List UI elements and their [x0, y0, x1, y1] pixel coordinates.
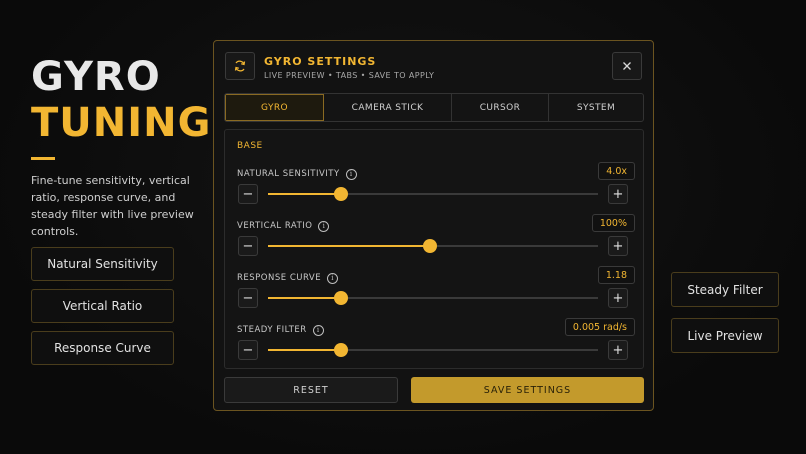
slider-track[interactable] [268, 239, 598, 253]
vertical-ratio-button[interactable]: Vertical Ratio [31, 289, 174, 323]
tab-system[interactable]: SYSTEM [549, 94, 643, 121]
section-label: BASE [237, 141, 263, 151]
slider-thumb[interactable] [422, 239, 437, 253]
decrement-button[interactable]: − [238, 288, 258, 308]
increment-button[interactable]: + [608, 288, 628, 308]
param-value: 1.18 [597, 266, 635, 284]
hero-title-line2: TUNING [31, 100, 212, 146]
increment-button[interactable]: + [608, 236, 628, 256]
hero-description: Fine-tune sensitivity, vertical ratio, r… [31, 174, 194, 238]
close-icon [623, 62, 631, 70]
hero-title-line1: GYRO [31, 54, 161, 100]
slider-track[interactable] [268, 291, 598, 305]
info-icon[interactable]: i [327, 272, 339, 284]
param-vertical-ratio: VERTICAL RATIO i 100% − + [225, 214, 643, 270]
slider-thumb[interactable] [333, 291, 348, 305]
panel-subtitle: LIVE PREVIEW • TABS • SAVE TO APPLY [264, 71, 435, 80]
slider-fill [268, 349, 341, 351]
slider-fill [268, 245, 430, 247]
param-label: STEADY FILTER i [237, 324, 324, 336]
reset-button[interactable]: RESET [224, 377, 398, 403]
param-label: VERTICAL RATIO i [237, 220, 330, 232]
close-button[interactable] [612, 52, 642, 80]
param-label-text: VERTICAL RATIO [237, 221, 313, 231]
increment-button[interactable]: + [608, 184, 628, 204]
gyro-settings-panel: GYRO SETTINGS LIVE PREVIEW • TABS • SAVE… [213, 40, 654, 411]
decrement-button[interactable]: − [238, 236, 258, 256]
param-value: 100% [591, 214, 635, 232]
info-icon[interactable]: i [345, 168, 357, 180]
param-steady-filter: STEADY FILTER i 0.005 rad/s − + [225, 318, 643, 368]
tab-gyro[interactable]: GYRO [225, 94, 324, 121]
param-label: RESPONSE CURVE i [237, 272, 339, 284]
param-label-text: RESPONSE CURVE [237, 273, 322, 283]
refresh-icon [234, 60, 246, 72]
settings-content: BASE NATURAL SENSITIVITY i 4.0x − + VERT… [224, 129, 644, 369]
panel-title: GYRO SETTINGS [264, 55, 377, 68]
param-label-text: STEADY FILTER [237, 325, 307, 335]
steady-filter-button[interactable]: Steady Filter [671, 272, 779, 307]
param-value: 4.0x [598, 162, 635, 180]
hero-title: GYRO TUNING [31, 57, 211, 143]
hero-divider [31, 157, 55, 160]
param-label-text: NATURAL SENSITIVITY [237, 169, 340, 179]
live-preview-button[interactable]: Live Preview [671, 318, 779, 353]
decrement-button[interactable]: − [238, 184, 258, 204]
info-icon[interactable]: i [312, 324, 324, 336]
slider-fill [268, 297, 341, 299]
slider-fill [268, 193, 341, 195]
refresh-button[interactable] [225, 52, 255, 80]
slider-thumb[interactable] [333, 187, 348, 201]
param-value: 0.005 rad/s [564, 318, 635, 336]
param-natural-sensitivity: NATURAL SENSITIVITY i 4.0x − + [225, 162, 643, 218]
save-settings-button[interactable]: SAVE SETTINGS [411, 377, 644, 403]
tab-camera-stick[interactable]: CAMERA STICK [324, 94, 452, 121]
slider-track[interactable] [268, 343, 598, 357]
tab-cursor[interactable]: CURSOR [452, 94, 549, 121]
decrement-button[interactable]: − [238, 340, 258, 360]
response-curve-button[interactable]: Response Curve [31, 331, 174, 365]
tab-bar: GYRO CAMERA STICK CURSOR SYSTEM [224, 93, 644, 122]
slider-thumb[interactable] [333, 343, 348, 357]
param-label: NATURAL SENSITIVITY i [237, 168, 357, 180]
natural-sensitivity-button[interactable]: Natural Sensitivity [31, 247, 174, 281]
param-response-curve: RESPONSE CURVE i 1.18 − + [225, 266, 643, 322]
increment-button[interactable]: + [608, 340, 628, 360]
slider-track[interactable] [268, 187, 598, 201]
info-icon[interactable]: i [318, 220, 330, 232]
